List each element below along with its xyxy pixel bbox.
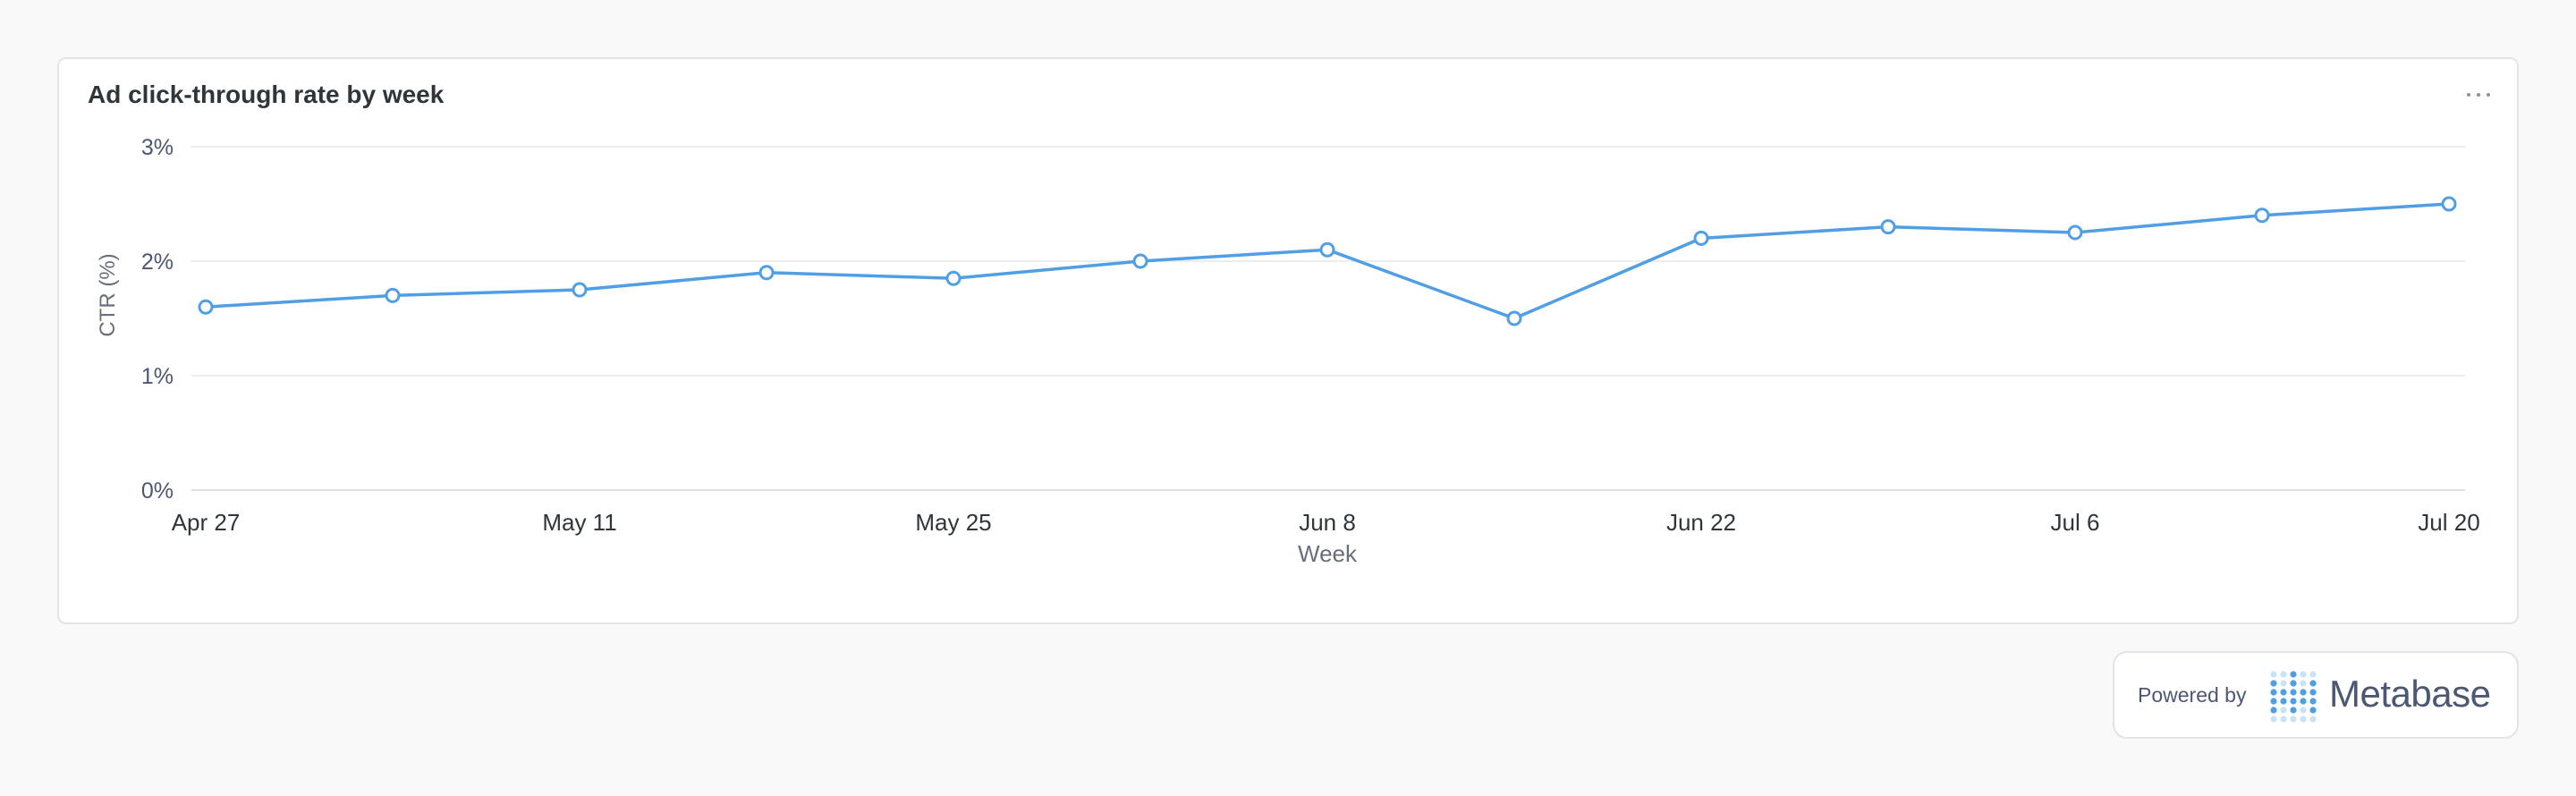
x-axis-label: Week [1298, 540, 1358, 567]
logo-dot [2280, 689, 2287, 696]
logo-dot [2309, 707, 2317, 714]
logo-dot [2309, 698, 2317, 705]
logo-dot [2280, 716, 2287, 723]
logo-dot [2270, 707, 2277, 714]
y-axis-label: CTR (%) [96, 253, 120, 336]
logo-dot [2280, 671, 2287, 678]
logo-dot [2309, 680, 2317, 687]
x-tick-label: Jul 6 [2051, 509, 2100, 536]
x-tick-label: May 25 [915, 509, 991, 536]
data-point[interactable] [385, 287, 401, 303]
data-point[interactable] [945, 270, 962, 286]
logo-dot [2309, 689, 2317, 696]
x-tick-label: May 11 [542, 509, 616, 536]
logo-dot [2270, 698, 2277, 705]
data-point[interactable] [2441, 196, 2457, 212]
logo-dot [2300, 689, 2307, 696]
logo-dot [2270, 689, 2277, 696]
data-point[interactable] [1880, 219, 1896, 235]
x-tick-label: Jun 22 [1666, 509, 1736, 536]
logo-dot [2290, 671, 2297, 678]
data-point[interactable] [1506, 310, 1522, 326]
logo-dot [2300, 698, 2307, 705]
x-tick-label: Jun 8 [1299, 509, 1356, 536]
data-point[interactable] [2067, 224, 2083, 241]
data-point[interactable] [1693, 230, 1709, 246]
data-point[interactable] [1132, 253, 1148, 269]
logo-dot [2290, 716, 2297, 723]
x-tick-label: Apr 27 [172, 509, 241, 536]
logo-dot [2300, 707, 2307, 714]
powered-by-label: Powered by [2138, 683, 2247, 707]
logo-dot [2280, 707, 2287, 714]
logo-dot [2290, 698, 2297, 705]
logo-dot [2290, 680, 2297, 687]
data-point[interactable] [758, 265, 775, 281]
y-tick-label: 1% [141, 364, 174, 389]
data-point[interactable] [1319, 241, 1335, 258]
logo-dot [2270, 680, 2277, 687]
y-tick-label: 2% [141, 250, 174, 275]
y-tick-label: 3% [141, 135, 174, 160]
logo-dot [2290, 707, 2297, 714]
logo-dot [2290, 689, 2297, 696]
logo-dot [2300, 671, 2307, 678]
logo-dot [2280, 680, 2287, 687]
y-tick-label: 0% [141, 478, 174, 504]
logo-dot [2300, 680, 2307, 687]
logo-dot [2270, 671, 2277, 678]
logo-dot [2309, 671, 2317, 678]
logo-dot [2270, 716, 2277, 723]
logo-dot [2300, 716, 2307, 723]
logo-dot [2280, 698, 2287, 705]
data-point[interactable] [198, 299, 214, 315]
data-point[interactable] [2254, 207, 2270, 224]
x-tick-label: Jul 20 [2418, 509, 2479, 536]
powered-by-badge[interactable]: Powered by Metabase [2113, 651, 2519, 739]
metabase-logo-icon [2270, 671, 2317, 723]
logo-dot [2309, 716, 2317, 723]
data-point[interactable] [572, 282, 588, 298]
line-chart: 0% 1% 2% 3% Apr 27 May 11 May 25 Jun 8 Jun 22 Ju… [96, 135, 2480, 567]
metabase-brand-name: Metabase [2329, 673, 2491, 715]
